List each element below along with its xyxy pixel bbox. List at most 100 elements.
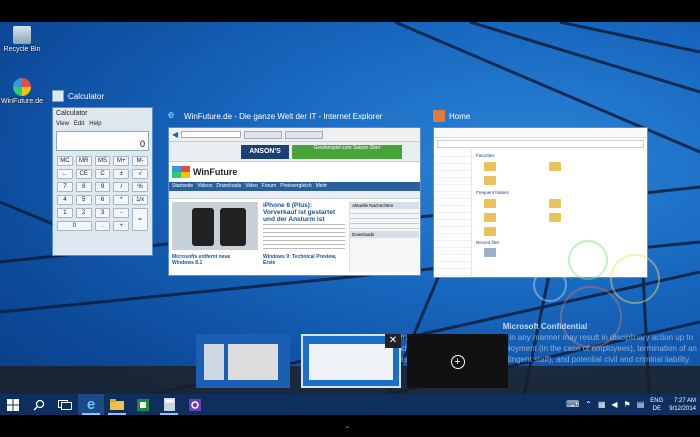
folder-icon[interactable] [484, 162, 496, 171]
add-desktop-button[interactable]: + [407, 334, 508, 388]
calculator-key[interactable]: 4 [57, 195, 73, 205]
navigation-pane[interactable] [434, 150, 472, 277]
chevron-up-icon: ⌃ [344, 425, 351, 434]
winfuture-logo-icon [172, 166, 190, 178]
folder-icon[interactable] [549, 213, 561, 222]
calculator-key[interactable]: - [113, 208, 130, 218]
article-link[interactable]: Microsofts entfernt neue Windows 8.1 [172, 254, 252, 266]
calculator-key[interactable]: ± [113, 169, 130, 179]
settings-icon[interactable] [182, 394, 208, 415]
nav-item[interactable]: Downloads [216, 183, 241, 190]
menu-edit[interactable]: Edit [74, 121, 84, 127]
ad-promo: Gewinnspiel zum Saison-Start [292, 145, 402, 159]
ie-tab[interactable] [244, 130, 283, 139]
clock[interactable]: 7:27 AM 9/12/2014 [669, 397, 696, 413]
file-icon[interactable] [484, 248, 496, 257]
ad-banner[interactable]: ANSON'S Gewinnspiel zum Saison-Start [169, 142, 420, 162]
calculator-key[interactable]: / [113, 182, 130, 192]
ie-tab[interactable] [285, 130, 324, 139]
action-center-icon[interactable]: ▤ [637, 400, 645, 409]
calculator-window[interactable]: Calculator View Edit Help 0 MC MR MS M+ M- ← C… [52, 107, 153, 256]
folder-icon[interactable] [484, 199, 496, 208]
calculator-key[interactable]: + [113, 221, 130, 231]
calculator-menu: View Edit Help [53, 119, 152, 129]
calculator-key[interactable]: 7 [57, 182, 73, 192]
calculator-key[interactable]: * [113, 195, 130, 205]
flag-icon[interactable]: ⚑ [624, 400, 631, 409]
back-icon[interactable]: ◀ [172, 130, 178, 139]
calculator-icon [52, 90, 64, 102]
nav-item[interactable]: Forum [262, 183, 276, 190]
decor-bubble [610, 254, 660, 304]
home-icon [433, 110, 445, 122]
winfuture-icon [13, 78, 31, 96]
calculator-key[interactable]: 9 [94, 182, 111, 192]
ie-thumb-title[interactable]: e WinFuture.de - Die ganze Welt der IT -… [168, 110, 382, 122]
calculator-thumb-title[interactable]: Calculator [52, 90, 104, 102]
ie-window[interactable]: ◀ ANSON'S Gewinnspiel zum Saison-Start W… [168, 127, 421, 276]
folder-icon[interactable] [484, 227, 496, 236]
calculator-key[interactable]: ← [57, 169, 73, 179]
folder-icon[interactable] [484, 213, 496, 222]
calculator-key[interactable]: √ [132, 169, 148, 179]
calculator-key[interactable]: 8 [75, 182, 92, 192]
nav-item[interactable]: Preisvergleich [280, 183, 311, 190]
article-image[interactable] [172, 202, 258, 250]
store-icon[interactable] [130, 394, 156, 415]
close-desktop-button[interactable]: ✕ [385, 334, 401, 348]
group-favorites: Favorites [476, 153, 495, 158]
nav-item[interactable]: Video [245, 183, 258, 190]
nav-item[interactable]: Mehr [316, 183, 327, 190]
calculator-key[interactable]: 3 [94, 208, 111, 218]
calculator-key[interactable]: = [132, 208, 148, 231]
calculator-key[interactable]: % [132, 182, 148, 192]
desktop-icon-winfuture[interactable]: WinFuture.de [0, 78, 44, 105]
calculator-key[interactable]: 5 [75, 195, 92, 205]
calculator-key[interactable]: 2 [75, 208, 92, 218]
file-explorer-icon[interactable] [104, 394, 130, 415]
desktop: Recycle Bin WinFuture.de Calculator Calc… [0, 22, 700, 415]
calculator-key[interactable]: MS [94, 156, 111, 166]
calculator-key[interactable]: MC [57, 156, 73, 166]
calculator-title: Calculator [68, 91, 105, 101]
calculator-key[interactable]: 1 [57, 208, 73, 218]
folder-icon[interactable] [549, 162, 561, 171]
calculator-key[interactable]: 1/x [132, 195, 148, 205]
calculator-key[interactable]: 0 [57, 221, 92, 231]
keyboard-icon[interactable]: ⌨ [566, 399, 579, 410]
calculator-key[interactable]: C [94, 169, 111, 179]
desktop-icon-recycle-bin[interactable]: Recycle Bin [0, 26, 44, 53]
explorer-address-bar[interactable] [437, 140, 644, 148]
desktop-icon-label: WinFuture.de [0, 98, 44, 105]
calculator-key[interactable]: . [94, 221, 111, 231]
calculator-key[interactable]: CE [75, 169, 92, 179]
network-icon[interactable]: ▦ [598, 400, 606, 409]
phone-image [192, 208, 214, 246]
volume-icon[interactable]: ◀ [611, 400, 617, 409]
language-indicator[interactable]: ENG DE [650, 397, 663, 413]
watermark-title: Microsoft Confidential [502, 322, 588, 331]
calculator-key[interactable]: M- [132, 156, 148, 166]
folder-icon[interactable] [549, 199, 561, 208]
nav-item[interactable]: Videos [197, 183, 212, 190]
article-link[interactable]: Windows 9: Technical Preview, Erste [263, 254, 343, 266]
task-view-icon[interactable] [52, 394, 78, 415]
calculator-key[interactable]: MR [75, 156, 92, 166]
explorer-thumb-title[interactable]: Home [433, 110, 470, 122]
calculator-key[interactable]: 6 [94, 195, 111, 205]
url-field[interactable] [181, 131, 242, 138]
virtual-desktop-1[interactable] [196, 334, 290, 388]
search-icon[interactable] [26, 394, 52, 415]
folder-icon[interactable] [484, 176, 496, 185]
winfuture-logo[interactable]: WinFuture [172, 166, 237, 178]
chevron-up-icon[interactable]: ⌃ [585, 400, 592, 409]
keyboard-layout: DE [652, 405, 661, 412]
nav-item[interactable]: Startseite [172, 183, 193, 190]
calculator-icon[interactable] [156, 394, 182, 415]
menu-help[interactable]: Help [89, 121, 101, 127]
start-icon[interactable] [0, 394, 26, 415]
calculator-key[interactable]: M+ [113, 156, 130, 166]
menu-view[interactable]: View [56, 121, 69, 127]
explorer-window[interactable]: Favorites Frequent folders Recent files [433, 127, 648, 278]
internet-explorer-icon[interactable]: e [78, 394, 104, 415]
